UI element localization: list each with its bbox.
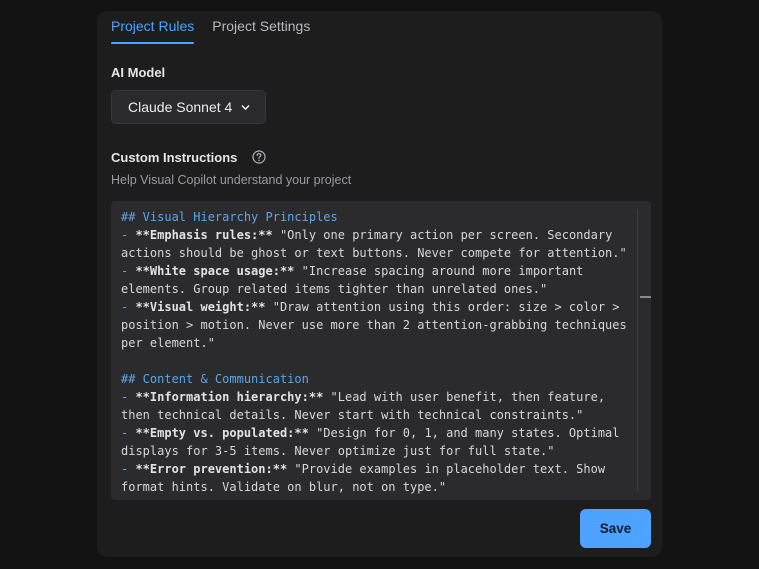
- code-segment: actions should be ghost or text buttons.…: [121, 246, 627, 260]
- ai-model-select[interactable]: Claude Sonnet 4: [111, 90, 266, 124]
- code-segment: **Visual weight:**: [135, 300, 266, 314]
- code-segment: **Emphasis rules:**: [135, 228, 273, 242]
- code-line: actions should be ghost or text buttons.…: [121, 244, 636, 262]
- code-segment: ## Visual Hierarchy Principles: [121, 210, 338, 224]
- code-segment: "Only one primary action per screen. Sec…: [272, 228, 613, 242]
- code-segment: -: [121, 390, 136, 404]
- tab-bar: Project Rules Project Settings: [111, 11, 310, 45]
- save-button[interactable]: Save: [580, 509, 651, 548]
- code-segment: -: [121, 426, 136, 440]
- tab-project-rules[interactable]: Project Rules: [111, 11, 195, 44]
- code-line: format hints. Validate on blur, not on t…: [121, 478, 636, 496]
- code-segment: displays for 3-5 items. Never optimize j…: [121, 444, 555, 458]
- code-segment: position > motion. Never use more than 2…: [121, 318, 627, 332]
- code-segment: -: [121, 264, 136, 278]
- editor-scrollbar[interactable]: [637, 209, 651, 492]
- code-segment: -: [121, 300, 136, 314]
- code-segment: per element.": [121, 336, 215, 350]
- code-segment: **Empty vs. populated:**: [135, 426, 309, 440]
- code-segment: "Lead with user benefit, then feature,: [323, 390, 606, 404]
- code-segment: then technical details. Never start with…: [121, 408, 584, 422]
- code-line: elements. Group related items tighter th…: [121, 280, 636, 298]
- code-segment: -: [121, 228, 136, 242]
- code-line: - **Visual weight:** "Draw attention usi…: [121, 298, 636, 316]
- code-line: - **White space usage:** "Increase spaci…: [121, 262, 636, 280]
- custom-instructions-helptext: Help Visual Copilot understand your proj…: [111, 173, 352, 187]
- code-segment: "Provide examples in placeholder text. S…: [287, 462, 606, 476]
- code-segment: "Design for 0, 1, and many states. Optim…: [308, 426, 620, 440]
- custom-instructions-editor[interactable]: ## Visual Hierarchy Principles - **Emphas…: [111, 201, 651, 500]
- chevron-down-icon: [240, 102, 251, 113]
- code-segment: format hints. Validate on blur, not on t…: [121, 480, 447, 494]
- instructions-text[interactable]: ## Visual Hierarchy Principles - **Emphas…: [121, 208, 636, 496]
- code-segment: **White space usage:**: [135, 264, 295, 278]
- project-dialog: Project Rules Project Settings AI Model …: [97, 11, 662, 557]
- code-line: then technical details. Never start with…: [121, 406, 636, 424]
- code-line: - **Error prevention:** "Provide example…: [121, 460, 636, 478]
- tab-project-settings[interactable]: Project Settings: [212, 11, 310, 44]
- code-segment: "Increase spacing around more important: [294, 264, 584, 278]
- code-segment: **Information hierarchy:**: [135, 390, 324, 404]
- code-line: - **Information hierarchy:** "Lead with …: [121, 388, 636, 406]
- ai-model-label: AI Model: [111, 65, 166, 80]
- code-line: ## Content & Communication: [121, 370, 636, 388]
- code-line: position > motion. Never use more than 2…: [121, 316, 636, 334]
- code-segment: "Draw attention using this order: size >…: [265, 300, 620, 314]
- code-line: per element.": [121, 334, 636, 352]
- question-circle-icon[interactable]: [252, 150, 266, 164]
- scrollbar-thumb[interactable]: [640, 296, 651, 298]
- ai-model-value: Claude Sonnet 4: [128, 99, 233, 115]
- code-segment: elements. Group related items tighter th…: [121, 282, 548, 296]
- code-line: displays for 3-5 items. Never optimize j…: [121, 442, 636, 460]
- code-segment: -: [121, 462, 136, 476]
- code-line: ## Visual Hierarchy Principles: [121, 208, 636, 226]
- custom-instructions-label: Custom Instructions: [111, 150, 238, 165]
- code-segment: **Error prevention:**: [135, 462, 288, 476]
- code-line: - **Empty vs. populated:** "Design for 0…: [121, 424, 636, 442]
- code-line: - **Emphasis rules:** "Only one primary …: [121, 226, 636, 244]
- code-segment: ## Content & Communication: [121, 372, 309, 386]
